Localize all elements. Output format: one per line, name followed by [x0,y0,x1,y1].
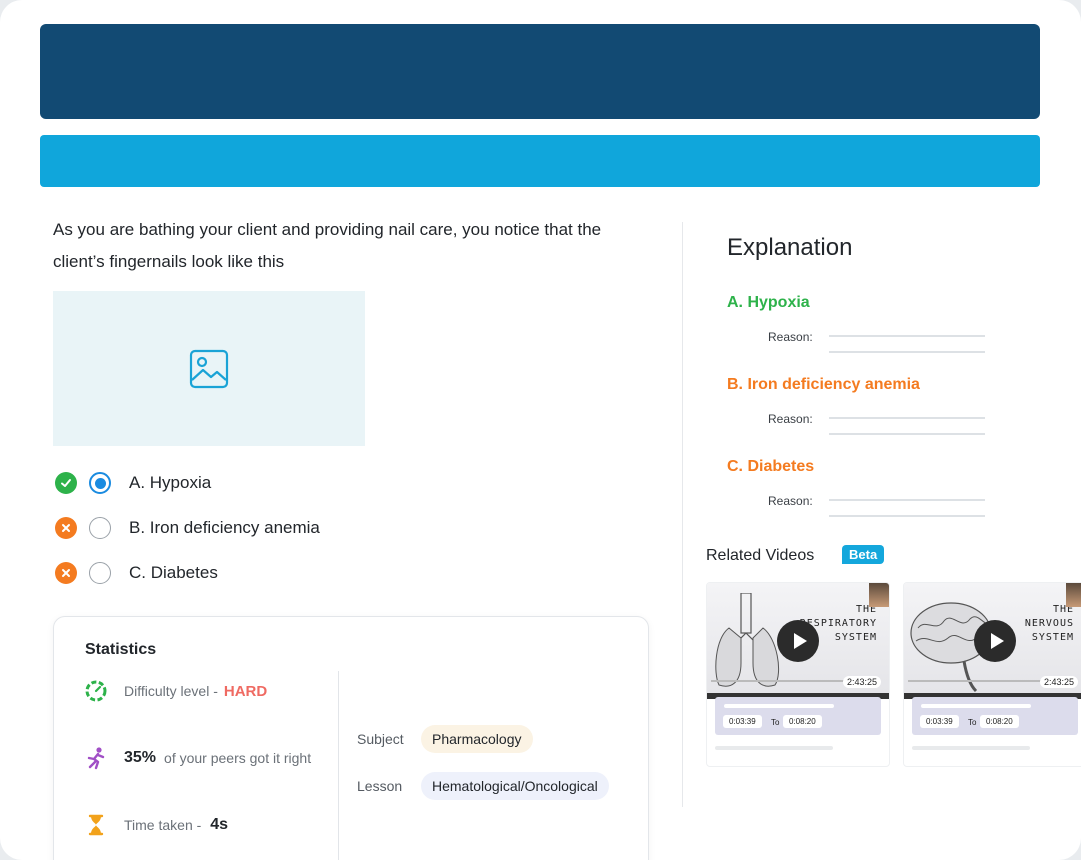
clip-start-time: 0:03:39 [723,715,762,728]
placeholder-line [715,746,833,750]
top-header-bar [40,24,1040,119]
play-icon[interactable] [777,620,819,662]
running-person-icon [87,747,105,770]
option-b-label: B. Iron deficiency anemia [129,518,320,537]
instructor-avatar [1066,583,1081,607]
video-card[interactable]: THE RESPIRATORY SYSTEM 2:43:25 0:03:39 T… [706,582,890,767]
question-image-placeholder [53,291,365,446]
reason-label: Reason: [768,494,813,508]
placeholder-line [921,704,1031,708]
explanation-option-c: C. Diabetes [727,458,815,475]
reason-placeholder-line [829,351,985,353]
option-a-label: A. Hypoxia [129,473,212,492]
statistics-card: Statistics Difficulty level - HARD 35% o… [53,616,649,860]
placeholder-line [912,746,1030,750]
clip-start-time: 0:03:39 [920,715,959,728]
option-c-radio[interactable] [89,562,111,584]
explanation-option-b: B. Iron deficiency anemia [727,376,920,393]
lesson-pill: Hematological/Oncological [421,772,609,800]
subject-pill: Pharmacology [421,725,533,753]
reason-placeholder-line [829,335,985,337]
difficulty-value: HARD [223,682,268,700]
difficulty-row: Difficulty level - HARD [84,680,267,702]
option-b-radio[interactable] [89,517,111,539]
option-c[interactable]: C. Diabetes [55,561,218,585]
lesson-row: Lesson Hematological/Oncological [357,772,609,800]
option-a[interactable]: A. Hypoxia [55,471,211,495]
play-icon[interactable] [974,620,1016,662]
reason-placeholder-line [829,417,985,419]
beta-badge: Beta [842,545,885,564]
reason-label: Reason: [768,412,813,426]
explanation-option-a: A. Hypoxia [727,294,810,311]
subject-label: Subject [357,731,404,747]
difficulty-label: Difficulty level - [124,683,218,699]
video-clip-panel: 0:03:39 To 0:08:20 [715,697,881,735]
column-divider [682,222,683,807]
image-icon [189,349,229,388]
video-title-overlay: THE NERVOUS SYSTEM [1024,604,1074,643]
hourglass-icon [88,814,104,836]
option-b[interactable]: B. Iron deficiency anemia [55,516,320,540]
clip-end-time: 0:08:20 [980,715,1019,728]
wrong-x-icon [55,517,77,539]
video-clip-panel: 0:03:39 To 0:08:20 [912,697,1078,735]
reason-placeholder-line [829,433,985,435]
page-frame: As you are bathing your client and provi… [0,0,1081,860]
statistics-title: Statistics [85,641,157,658]
reason-placeholder-line [829,515,985,517]
video-thumbnail[interactable]: THE NERVOUS SYSTEM 2:43:25 [904,583,1081,699]
peers-percent: 35% [124,749,157,766]
video-thumbnail[interactable]: THE RESPIRATORY SYSTEM 2:43:25 [707,583,889,699]
video-card[interactable]: THE NERVOUS SYSTEM 2:43:25 0:03:39 To 0:… [903,582,1081,767]
time-value: 4s [210,816,229,833]
related-videos-title: Related Videos [706,547,815,564]
question-text: As you are bathing your client and provi… [53,220,602,271]
statistics-divider [338,671,339,860]
reason-placeholder-line [829,499,985,501]
peers-row: 35% of your peers got it right [84,746,311,770]
placeholder-line [724,704,834,708]
wrong-x-icon [55,562,77,584]
explanation-title: Explanation [727,234,853,261]
time-row: Time taken - 4s [84,813,228,837]
peers-label: of your peers got it right [164,750,312,766]
video-scrubber[interactable] [908,680,1043,682]
time-label: Time taken - [124,817,202,833]
gauge-icon [85,680,107,702]
lesson-label: Lesson [357,778,403,794]
video-duration: 2:43:25 [1039,676,1078,688]
instructor-avatar [869,583,889,607]
clip-to-label: To [968,718,977,727]
subject-row: Subject Pharmacology [357,725,533,753]
clip-to-label: To [771,718,780,727]
clip-end-time: 0:08:20 [783,715,822,728]
option-a-radio[interactable] [89,472,111,494]
sub-header-bar [40,135,1040,187]
option-c-label: C. Diabetes [129,563,218,582]
correct-check-icon [55,472,77,494]
video-duration: 2:43:25 [842,676,881,688]
video-scrubber[interactable] [711,680,846,682]
reason-label: Reason: [768,330,813,344]
